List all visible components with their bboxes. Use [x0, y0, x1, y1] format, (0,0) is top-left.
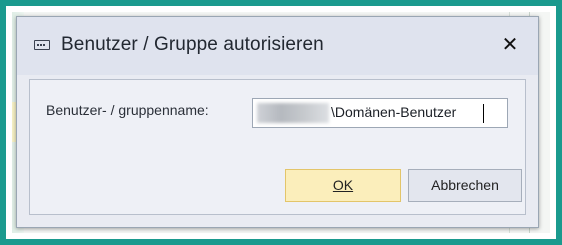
input-value: \Domänen-Benutzer	[331, 104, 457, 120]
cancel-button[interactable]: Abbrechen	[408, 169, 522, 202]
dialog-body: Benutzer- / gruppenname: \Domänen-Benutz…	[29, 79, 526, 215]
text-caret	[483, 104, 484, 123]
redacted-domain	[257, 103, 329, 123]
user-group-name-label: Benutzer- / gruppenname:	[46, 102, 209, 118]
ok-button[interactable]: OK	[285, 169, 401, 202]
user-group-name-input[interactable]: \Domänen-Benutzer	[252, 98, 508, 128]
dialog-titlebar: Benutzer / Gruppe autorisieren ✕	[17, 17, 538, 75]
close-icon: ✕	[501, 34, 519, 56]
ok-button-label: OK	[332, 177, 354, 193]
textbox-icon	[34, 40, 50, 50]
authorize-user-group-dialog: Benutzer / Gruppe autorisieren ✕ Benutze…	[16, 16, 539, 228]
close-button[interactable]: ✕	[498, 33, 522, 57]
cancel-button-label: Abbrechen	[431, 177, 499, 193]
dialog-title: Benutzer / Gruppe autorisieren	[61, 34, 324, 55]
